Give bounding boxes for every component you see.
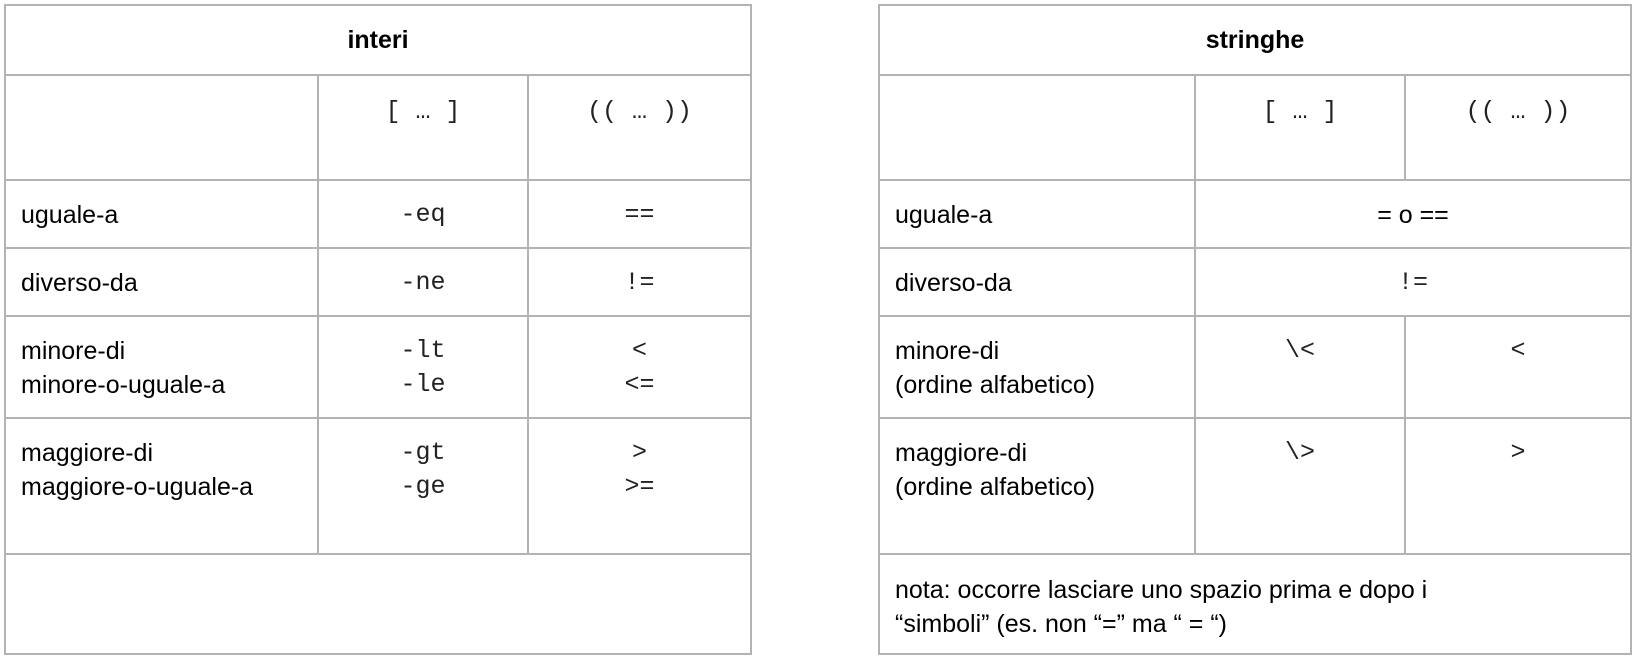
- row-label: diverso-da: [878, 247, 1196, 317]
- column-header-double-parens: (( … )): [1404, 74, 1632, 181]
- note-cell: [4, 553, 752, 655]
- row-label: minore-di minore-o-uguale-a: [4, 315, 319, 419]
- parens-operator: > >=: [527, 417, 752, 555]
- table-row: uguale-a = o ==: [878, 179, 1632, 249]
- bracket-operator: -gt -ge: [317, 417, 529, 555]
- row-label: minore-di (ordine alfabetico): [878, 315, 1196, 419]
- table-row: minore-di minore-o-uguale-a -lt -le < <=: [4, 315, 752, 419]
- bracket-operator: -lt -le: [317, 315, 529, 419]
- row-label: uguale-a: [4, 179, 319, 249]
- table-title: stringhe: [878, 4, 1632, 76]
- row-label: maggiore-di (ordine alfabetico): [878, 417, 1196, 555]
- table-row: maggiore-di (ordine alfabetico) \> >: [878, 417, 1632, 555]
- note-cell: nota: occorre lasciare uno spazio prima …: [878, 553, 1632, 655]
- parens-operator: !=: [527, 247, 752, 317]
- bracket-operator: \>: [1194, 417, 1406, 555]
- table-row: diverso-da !=: [878, 247, 1632, 317]
- bracket-operator: -ne: [317, 247, 529, 317]
- parens-operator: ==: [527, 179, 752, 249]
- note-line: “simboli” (es. non “=” ma “ = “): [895, 610, 1228, 638]
- table-row: uguale-a -eq ==: [4, 179, 752, 249]
- parens-operator: < <=: [527, 315, 752, 419]
- stringhe-table: stringhe [ … ] (( … )) uguale-a = o == d…: [878, 4, 1632, 655]
- note-line: nota: occorre lasciare uno spazio prima …: [895, 576, 1428, 604]
- parens-operator: <: [1404, 315, 1632, 419]
- row-label: maggiore-di maggiore-o-uguale-a: [4, 417, 319, 555]
- table-title: interi: [4, 4, 752, 76]
- row-label: uguale-a: [878, 179, 1196, 249]
- parens-operator: >: [1404, 417, 1632, 555]
- table-row: diverso-da -ne !=: [4, 247, 752, 317]
- merged-operator: !=: [1194, 247, 1632, 317]
- column-header-brackets: [ … ]: [1194, 74, 1406, 181]
- empty-header-cell: [878, 74, 1196, 181]
- row-label: diverso-da: [4, 247, 319, 317]
- empty-header-cell: [4, 74, 319, 181]
- column-header-double-parens: (( … )): [527, 74, 752, 181]
- table-row: minore-di (ordine alfabetico) \< <: [878, 315, 1632, 419]
- table-row: maggiore-di maggiore-o-uguale-a -gt -ge …: [4, 417, 752, 555]
- column-header-brackets: [ … ]: [317, 74, 529, 181]
- interi-table: interi [ … ] (( … )) uguale-a -eq == div…: [4, 4, 752, 655]
- bracket-operator: \<: [1194, 315, 1406, 419]
- merged-operator: = o ==: [1194, 179, 1632, 249]
- bracket-operator: -eq: [317, 179, 529, 249]
